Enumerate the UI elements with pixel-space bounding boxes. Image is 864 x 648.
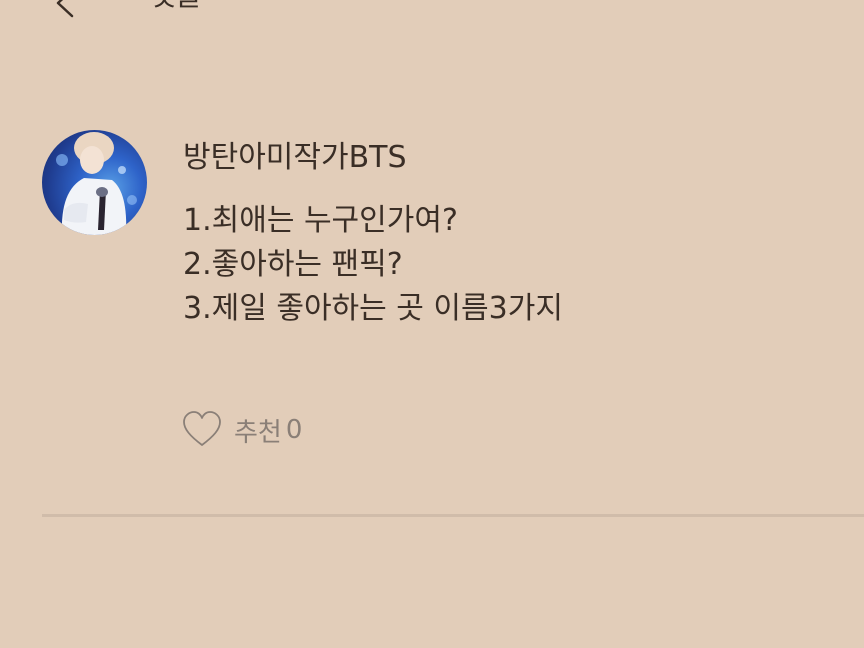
comment-item: 방탄아미작가BTS 1.최애는 누구인가여? 2.좋아하는 팬픽? 3.제일 좋… [0,0,864,648]
divider [42,514,864,517]
comment-author[interactable]: 방탄아미작가BTS [183,138,407,178]
comment-line: 3.제일 좋아하는 곳 이름3가지 [183,291,563,326]
avatar-image [56,132,137,235]
like-button[interactable]: 추천 0 [182,408,302,452]
like-label: 추천 [234,417,282,448]
comment-line: 2.좋아하는 팬픽? [183,247,403,282]
comment-line: 1.최애는 누구인가여? [183,203,458,238]
avatar[interactable] [42,130,147,235]
comment-body: 1.최애는 누구인가여? 2.좋아하는 팬픽? 3.제일 좋아하는 곳 이름3가… [183,199,563,331]
like-count: 0 [285,415,303,445]
heart-outline-icon[interactable] [182,410,222,450]
